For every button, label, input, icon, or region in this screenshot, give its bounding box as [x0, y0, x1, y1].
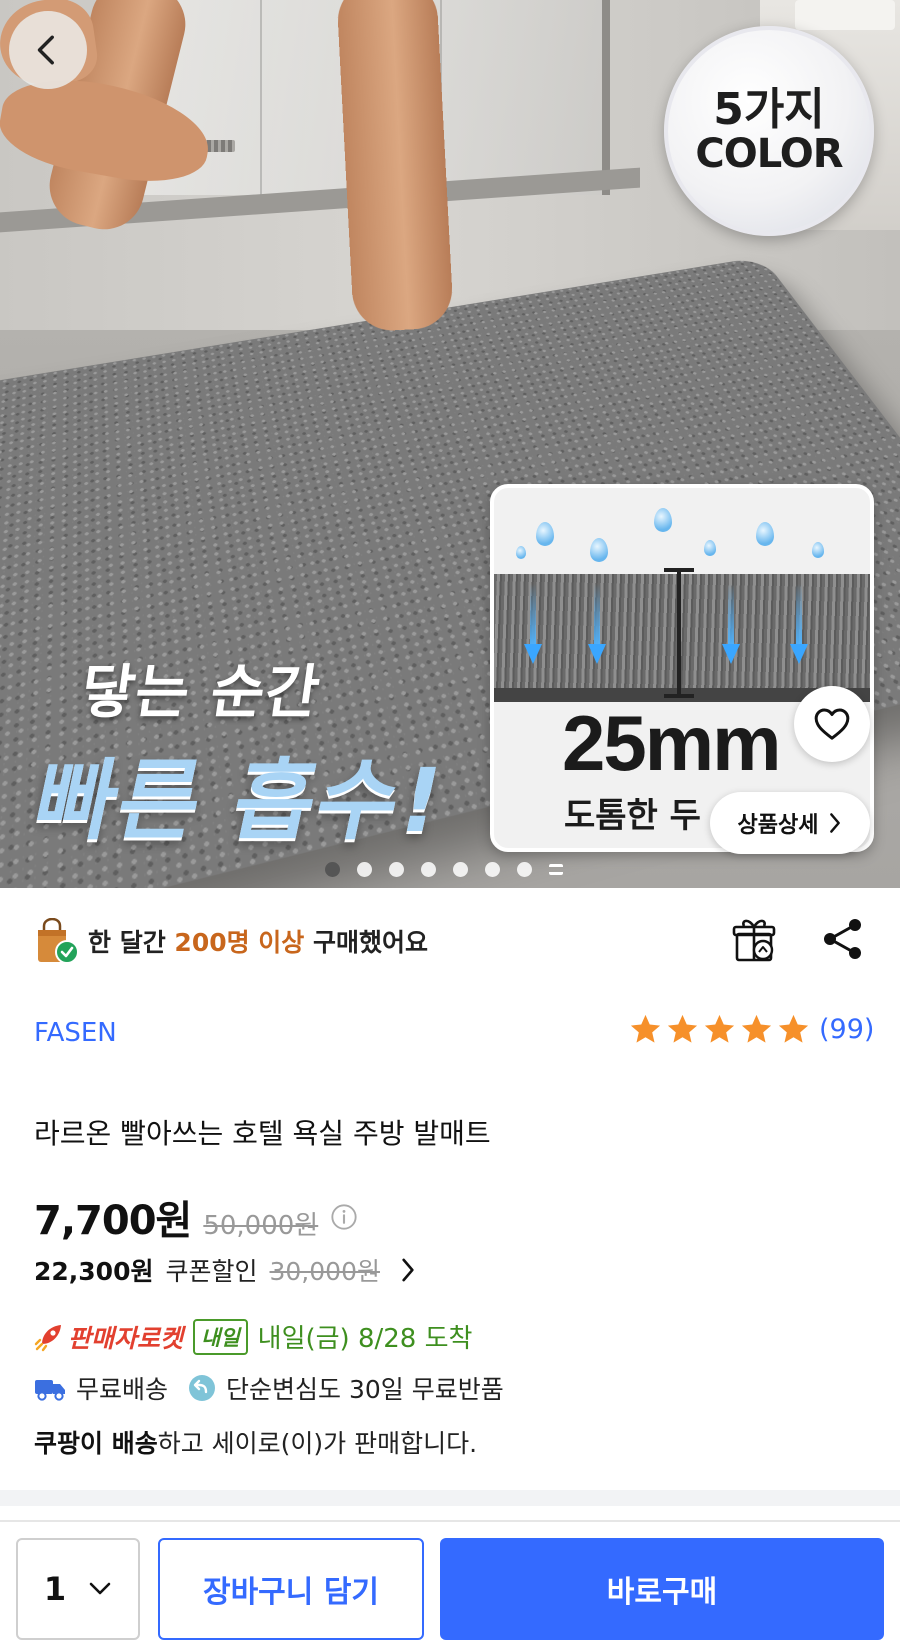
brand-link[interactable]: FASEN: [34, 1018, 117, 1048]
star-icon: [704, 1014, 735, 1043]
seller-rocket-badge: 판매자로켓: [34, 1319, 183, 1355]
coupon-price-row[interactable]: 22,300원 쿠폰할인 30,000원: [34, 1252, 416, 1288]
product-detail-button[interactable]: 상품상세: [710, 792, 870, 854]
carousel-dot[interactable]: [325, 862, 340, 877]
star-icon: [778, 1014, 809, 1043]
carousel-dot[interactable]: [357, 862, 372, 877]
arrival-date: 내일(금) 8/28 도착: [257, 1324, 473, 1354]
thickness-caption: 도톰한 두: [564, 796, 701, 836]
badge-count-text: 5가지: [713, 83, 825, 135]
product-image-carousel[interactable]: 5가지 COLOR 닿는 순간 빠른 흡수! 25mm 도톰한 두 상품상세: [0, 0, 900, 888]
back-button[interactable]: [9, 11, 87, 89]
carousel-dot[interactable]: [485, 862, 500, 877]
info-icon[interactable]: [330, 1203, 358, 1231]
price-row: 7,700원 50,000원: [34, 1188, 358, 1246]
leg-image: [335, 0, 455, 333]
promo-headline: 닿는 순간: [76, 658, 325, 726]
seller-rocket-label: 판매자로켓: [68, 1323, 184, 1353]
back-arrow-icon: [37, 35, 54, 65]
seller-info: 쿠팡이 배송하고 세이로(이)가 판매합니다.: [34, 1424, 477, 1460]
free-return-label: 단순변심도 30일 무료반품: [226, 1375, 504, 1404]
truck-icon: [35, 1380, 65, 1401]
add-to-cart-button[interactable]: 장바구니 담기: [158, 1538, 424, 1640]
carousel-more-icon[interactable]: [549, 864, 563, 875]
chevron-down-icon: [89, 1582, 111, 1595]
social-proof-prefix: 한 달간: [88, 928, 175, 957]
carousel-dot[interactable]: [421, 862, 436, 877]
thickness-value: 25mm: [562, 699, 781, 787]
quantity-select[interactable]: 1: [16, 1538, 140, 1640]
badge-color-text: COLOR: [695, 131, 843, 178]
tomorrow-badge: 내일: [193, 1318, 248, 1355]
wishlist-button[interactable]: [794, 686, 870, 762]
rocket-icon: [34, 1324, 61, 1351]
review-count[interactable]: (99): [819, 1014, 874, 1045]
return-icon: [189, 1375, 216, 1401]
buy-now-button[interactable]: 바로구매: [440, 1538, 884, 1640]
promo-subheadline: 빠른 흡수!: [25, 749, 455, 852]
free-shipping-label: 무료배송: [76, 1375, 169, 1404]
social-proof-text: 한 달간 200명 이상 구매했어요: [88, 923, 428, 959]
carousel-dot[interactable]: [517, 862, 532, 877]
purchase-social-proof: 한 달간 200명 이상 구매했어요: [34, 912, 874, 970]
share-icon[interactable]: [820, 916, 866, 962]
shopping-bag-check-icon: [38, 918, 79, 964]
social-proof-suffix: 구매했어요: [304, 928, 429, 957]
rating-summary[interactable]: (99): [628, 1012, 874, 1047]
coupon-original-price: 30,000원: [269, 1257, 380, 1286]
thickness-measure-icon: [664, 568, 694, 698]
coupon-label: 쿠폰할인: [165, 1257, 258, 1286]
seller-rest: 하고 세이로(이)가 판매합니다.: [157, 1429, 478, 1458]
carousel-dot[interactable]: [389, 862, 404, 877]
original-price: 50,000원: [203, 1211, 319, 1241]
quantity-value: 1: [43, 1570, 67, 1608]
shipping-row: 무료배송 단순변심도 30일 무료반품: [34, 1370, 504, 1406]
towel: [795, 0, 895, 30]
star-icon: [630, 1014, 661, 1043]
star-icon: [741, 1014, 772, 1043]
chevron-right-icon: [402, 1258, 414, 1282]
seller-bold: 쿠팡이 배송: [34, 1429, 158, 1458]
delivery-row: 판매자로켓 내일 내일(금) 8/28 도착: [34, 1318, 472, 1355]
section-divider: [0, 1490, 900, 1506]
carousel-indicator: [325, 862, 563, 877]
bottom-bar-border: [0, 1520, 900, 1522]
social-proof-highlight: 200명 이상: [174, 928, 305, 957]
heart-icon: [814, 708, 850, 740]
product-detail-label: 상품상세: [737, 813, 819, 838]
star-icon: [667, 1014, 698, 1043]
chevron-right-icon: [830, 813, 841, 833]
coupon-price: 22,300원: [34, 1257, 154, 1286]
gift-icon[interactable]: [729, 914, 779, 964]
carousel-dot[interactable]: [453, 862, 468, 877]
sale-price: 7,700원: [34, 1198, 192, 1244]
product-title: 라르온 빨아쓰는 호텔 욕실 주방 발매트: [34, 1117, 491, 1150]
color-count-badge: 5가지 COLOR: [664, 26, 874, 236]
